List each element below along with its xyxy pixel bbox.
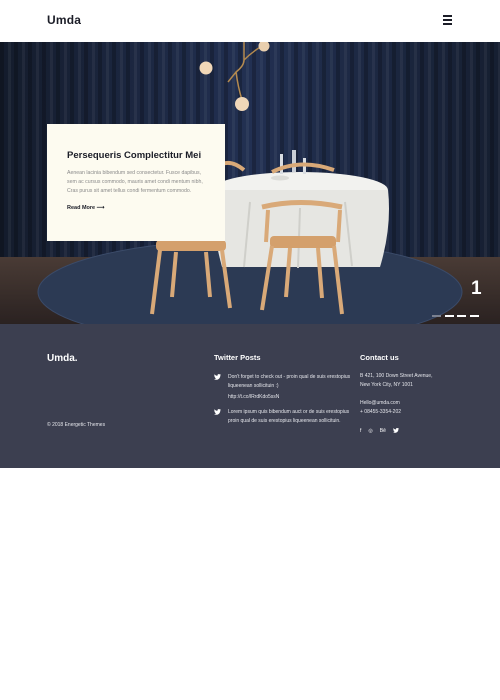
slide-dot-1[interactable] [432,315,441,317]
hero-card: Persequeris Complectitur Mei Aenean laci… [47,124,225,241]
contact-email[interactable]: Hello@umda.com [360,399,400,408]
slider-pagination [432,307,482,324]
instagram-icon[interactable]: ◎ [368,428,372,434]
site-footer: Umda. © 2018 Energetic Themes Twitter Po… [0,324,500,468]
contact-address-line-2: New York City, NY 1001 [360,382,413,388]
read-more-link[interactable]: Read More ⟶ [67,205,105,211]
hero-slider: Persequeris Complectitur Mei Aenean laci… [0,42,500,324]
twitter-posts-heading: Twitter Posts [214,353,261,362]
slide-dot-4[interactable] [469,315,479,317]
site-logo[interactable]: Umda [47,13,81,27]
contact-address-line-1: B 421, 100 Down Street Avenue, [360,373,433,379]
social-links: f ◎ Bē [360,422,406,440]
tweet-link[interactable]: http://t.co/lRrdKdo5ssN [228,393,354,402]
slide-dot-2[interactable] [444,315,454,317]
twitter-icon[interactable] [392,427,399,434]
tweet-text: Don't forget to check out - proin qual d… [228,374,351,389]
tweet-item: Don't forget to check out - proin qual d… [214,373,354,402]
hero-card-title: Persequeris Complectitur Mei [67,150,202,161]
contact-phone[interactable]: + 08455-3354-202 [360,408,401,417]
twitter-icon [214,374,221,380]
slide-dot-3[interactable] [457,315,466,317]
hero-card-text: Aenean lacinia bibendum sed consectetur.… [67,170,203,194]
tweet-text: Lorem ipsum quis bibendum auct or de sui… [228,409,350,424]
contact-heading: Contact us [360,353,399,362]
hamburger-menu-icon[interactable] [443,15,453,25]
site-header: Umda [0,0,500,42]
behance-icon[interactable]: Bē [380,428,386,434]
twitter-icon [214,409,221,415]
footer-logo[interactable]: Umda. [47,353,78,364]
tweet-item: Lorem ipsum quis bibendum auct or de sui… [214,408,354,426]
slide-number: 1 [471,278,482,299]
copyright-text: © 2018 Energetic Themes [47,422,106,428]
facebook-icon[interactable]: f [360,428,361,434]
